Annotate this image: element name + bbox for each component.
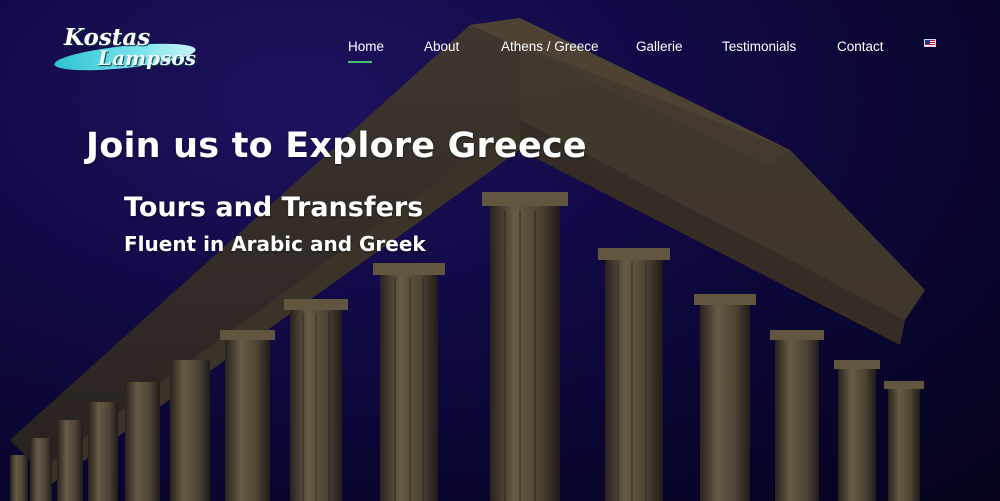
hero-headline: Join us to Explore Greece — [86, 126, 587, 166]
nav-item-label: Testimonials — [722, 39, 797, 54]
nav-item-gallerie[interactable]: Gallerie — [636, 39, 683, 54]
nav-item-athens-greece[interactable]: Athens / Greece — [501, 39, 599, 54]
hero-section: Kostas Lampsos Home About Athens / Greec… — [0, 0, 1000, 501]
hero-tagline: Fluent in Arabic and Greek — [124, 232, 426, 256]
nav-item-testimonials[interactable]: Testimonials — [722, 39, 796, 54]
hero-subheadline: Tours and Transfers — [124, 192, 424, 223]
logo-text-last-name: Lampsos — [98, 46, 197, 70]
nav-item-about[interactable]: About — [424, 39, 459, 54]
nav-item-contact[interactable]: Contact — [837, 39, 884, 54]
nav-item-label: Contact — [837, 39, 884, 54]
nav-item-label: Athens / Greece — [501, 39, 599, 54]
active-nav-indicator — [348, 61, 372, 63]
nav-item-label: About — [424, 39, 460, 54]
nav-item-label: Gallerie — [636, 39, 683, 54]
nav-item-home[interactable]: Home — [348, 39, 385, 63]
nav-item-label: Home — [348, 39, 385, 54]
us-flag-icon[interactable] — [924, 39, 936, 47]
logo[interactable]: Kostas Lampsos — [50, 22, 200, 76]
